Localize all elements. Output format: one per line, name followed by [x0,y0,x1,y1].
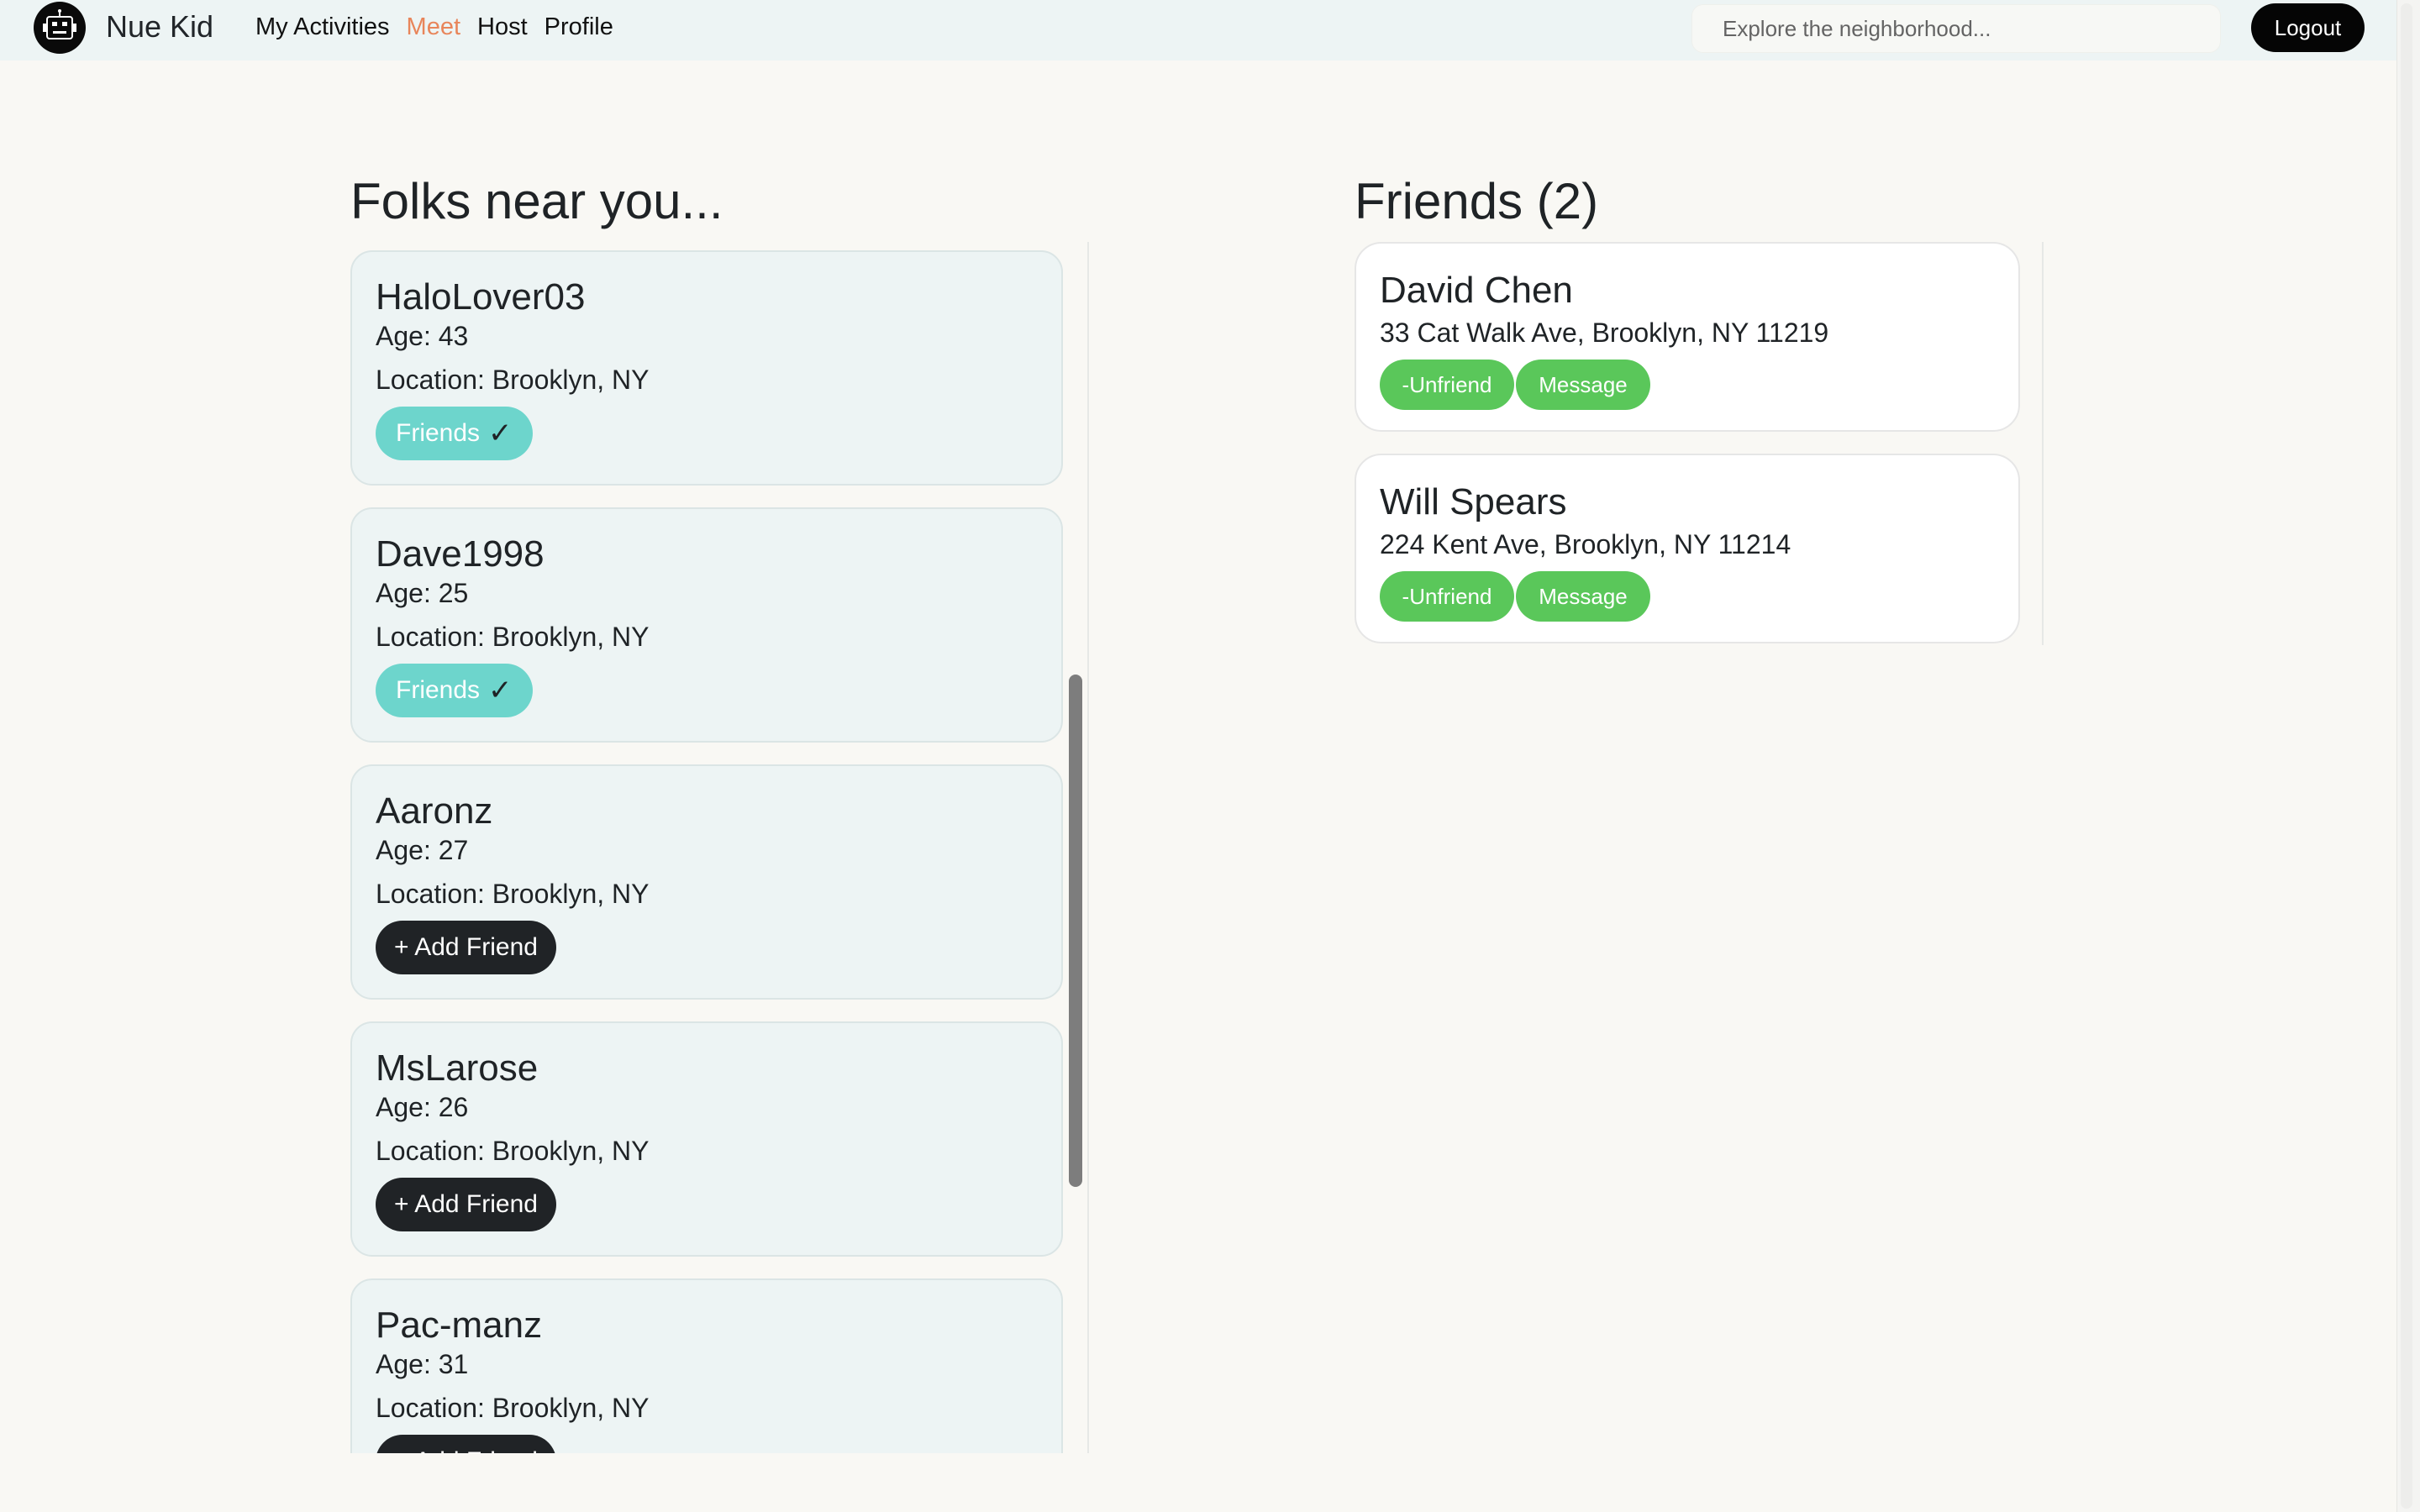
folk-name: MsLarose [376,1047,539,1089]
friend-name: David Chen [1380,270,1573,311]
friend-card: Will Spears 224 Kent Ave, Brooklyn, NY 1… [1355,454,2020,643]
folk-card: MsLarose Age: 26 Location: Brooklyn, NY … [350,1021,1063,1257]
folk-card: Dave1998 Age: 25 Location: Brooklyn, NY … [350,507,1063,743]
friend-card: David Chen 33 Cat Walk Ave, Brooklyn, NY… [1355,242,2020,432]
friend-address: 224 Kent Ave, Brooklyn, NY 11214 [1380,529,1791,559]
folk-card: Pac-manz Age: 31 Location: Brooklyn, NY … [350,1278,1063,1453]
folk-name: HaloLover03 [376,276,586,318]
folk-card: Aaronz Age: 27 Location: Brooklyn, NY + … [350,764,1063,1000]
folk-name: Aaronz [376,790,493,832]
folk-location: Location: Brooklyn, NY [376,622,650,652]
folk-name: Pac-manz [376,1305,543,1346]
folk-age: Age: 27 [376,835,469,865]
folks-scrollbar-track[interactable] [1087,242,1089,1453]
friends-status-label: Friends [396,419,481,447]
page-scrollbar-thumb[interactable] [2401,3,2412,1509]
brand-name[interactable]: Nue Kid [106,8,213,45]
checkmark-icon: ✓ [488,675,513,706]
folk-name: Dave1998 [376,533,544,575]
folks-list-container[interactable]: HaloLover03 Age: 43 Location: Brooklyn, … [350,242,1088,1453]
folks-title: Folks near you... [350,173,723,229]
robot-icon[interactable] [34,2,86,54]
folks-list: HaloLover03 Age: 43 Location: Brooklyn, … [350,242,1063,1453]
nav-link-profile[interactable]: Profile [544,10,613,44]
add-friend-button[interactable]: + Add Friend [376,1435,556,1453]
top-navbar: Nue Kid My Activities Meet Host Profile … [0,0,2396,60]
folk-age: Age: 31 [376,1349,469,1379]
add-friend-button[interactable]: + Add Friend [376,1178,556,1231]
unfriend-button[interactable]: -Unfriend [1380,571,1514,622]
logout-button[interactable]: Logout [2251,3,2365,52]
friends-list[interactable]: David Chen 33 Cat Walk Ave, Brooklyn, NY… [1355,242,2044,654]
nav-links: My Activities Meet Host Profile [255,10,630,44]
folk-location: Location: Brooklyn, NY [376,879,650,909]
friend-actions: -Unfriend Message [1380,360,1650,410]
friends-title: Friends (2) [1355,173,1599,229]
folk-age: Age: 25 [376,578,469,608]
unfriend-button[interactable]: -Unfriend [1380,360,1514,410]
friend-address: 33 Cat Walk Ave, Brooklyn, NY 11219 [1380,318,1829,348]
folk-location: Location: Brooklyn, NY [376,1136,650,1166]
friend-name: Will Spears [1380,481,1567,522]
folk-location: Location: Brooklyn, NY [376,365,650,395]
friends-status-button[interactable]: Friends ✓ [376,407,533,460]
nav-link-host[interactable]: Host [477,10,528,44]
folk-age: Age: 43 [376,321,469,351]
folk-location: Location: Brooklyn, NY [376,1393,650,1423]
message-button[interactable]: Message [1516,360,1650,410]
friends-status-label: Friends [396,676,481,704]
folk-age: Age: 26 [376,1092,469,1122]
friends-status-button[interactable]: Friends ✓ [376,664,533,717]
folk-card: HaloLover03 Age: 43 Location: Brooklyn, … [350,250,1063,486]
nav-link-meet[interactable]: Meet [407,10,460,44]
add-friend-button[interactable]: + Add Friend [376,921,556,974]
friend-actions: -Unfriend Message [1380,571,1650,622]
checkmark-icon: ✓ [488,417,513,449]
search-input[interactable] [1691,4,2221,53]
message-button[interactable]: Message [1516,571,1650,622]
friends-scrollbar-track[interactable] [2042,242,2044,645]
folks-scrollbar-thumb[interactable] [1069,675,1082,1187]
nav-link-my-activities[interactable]: My Activities [255,10,390,44]
